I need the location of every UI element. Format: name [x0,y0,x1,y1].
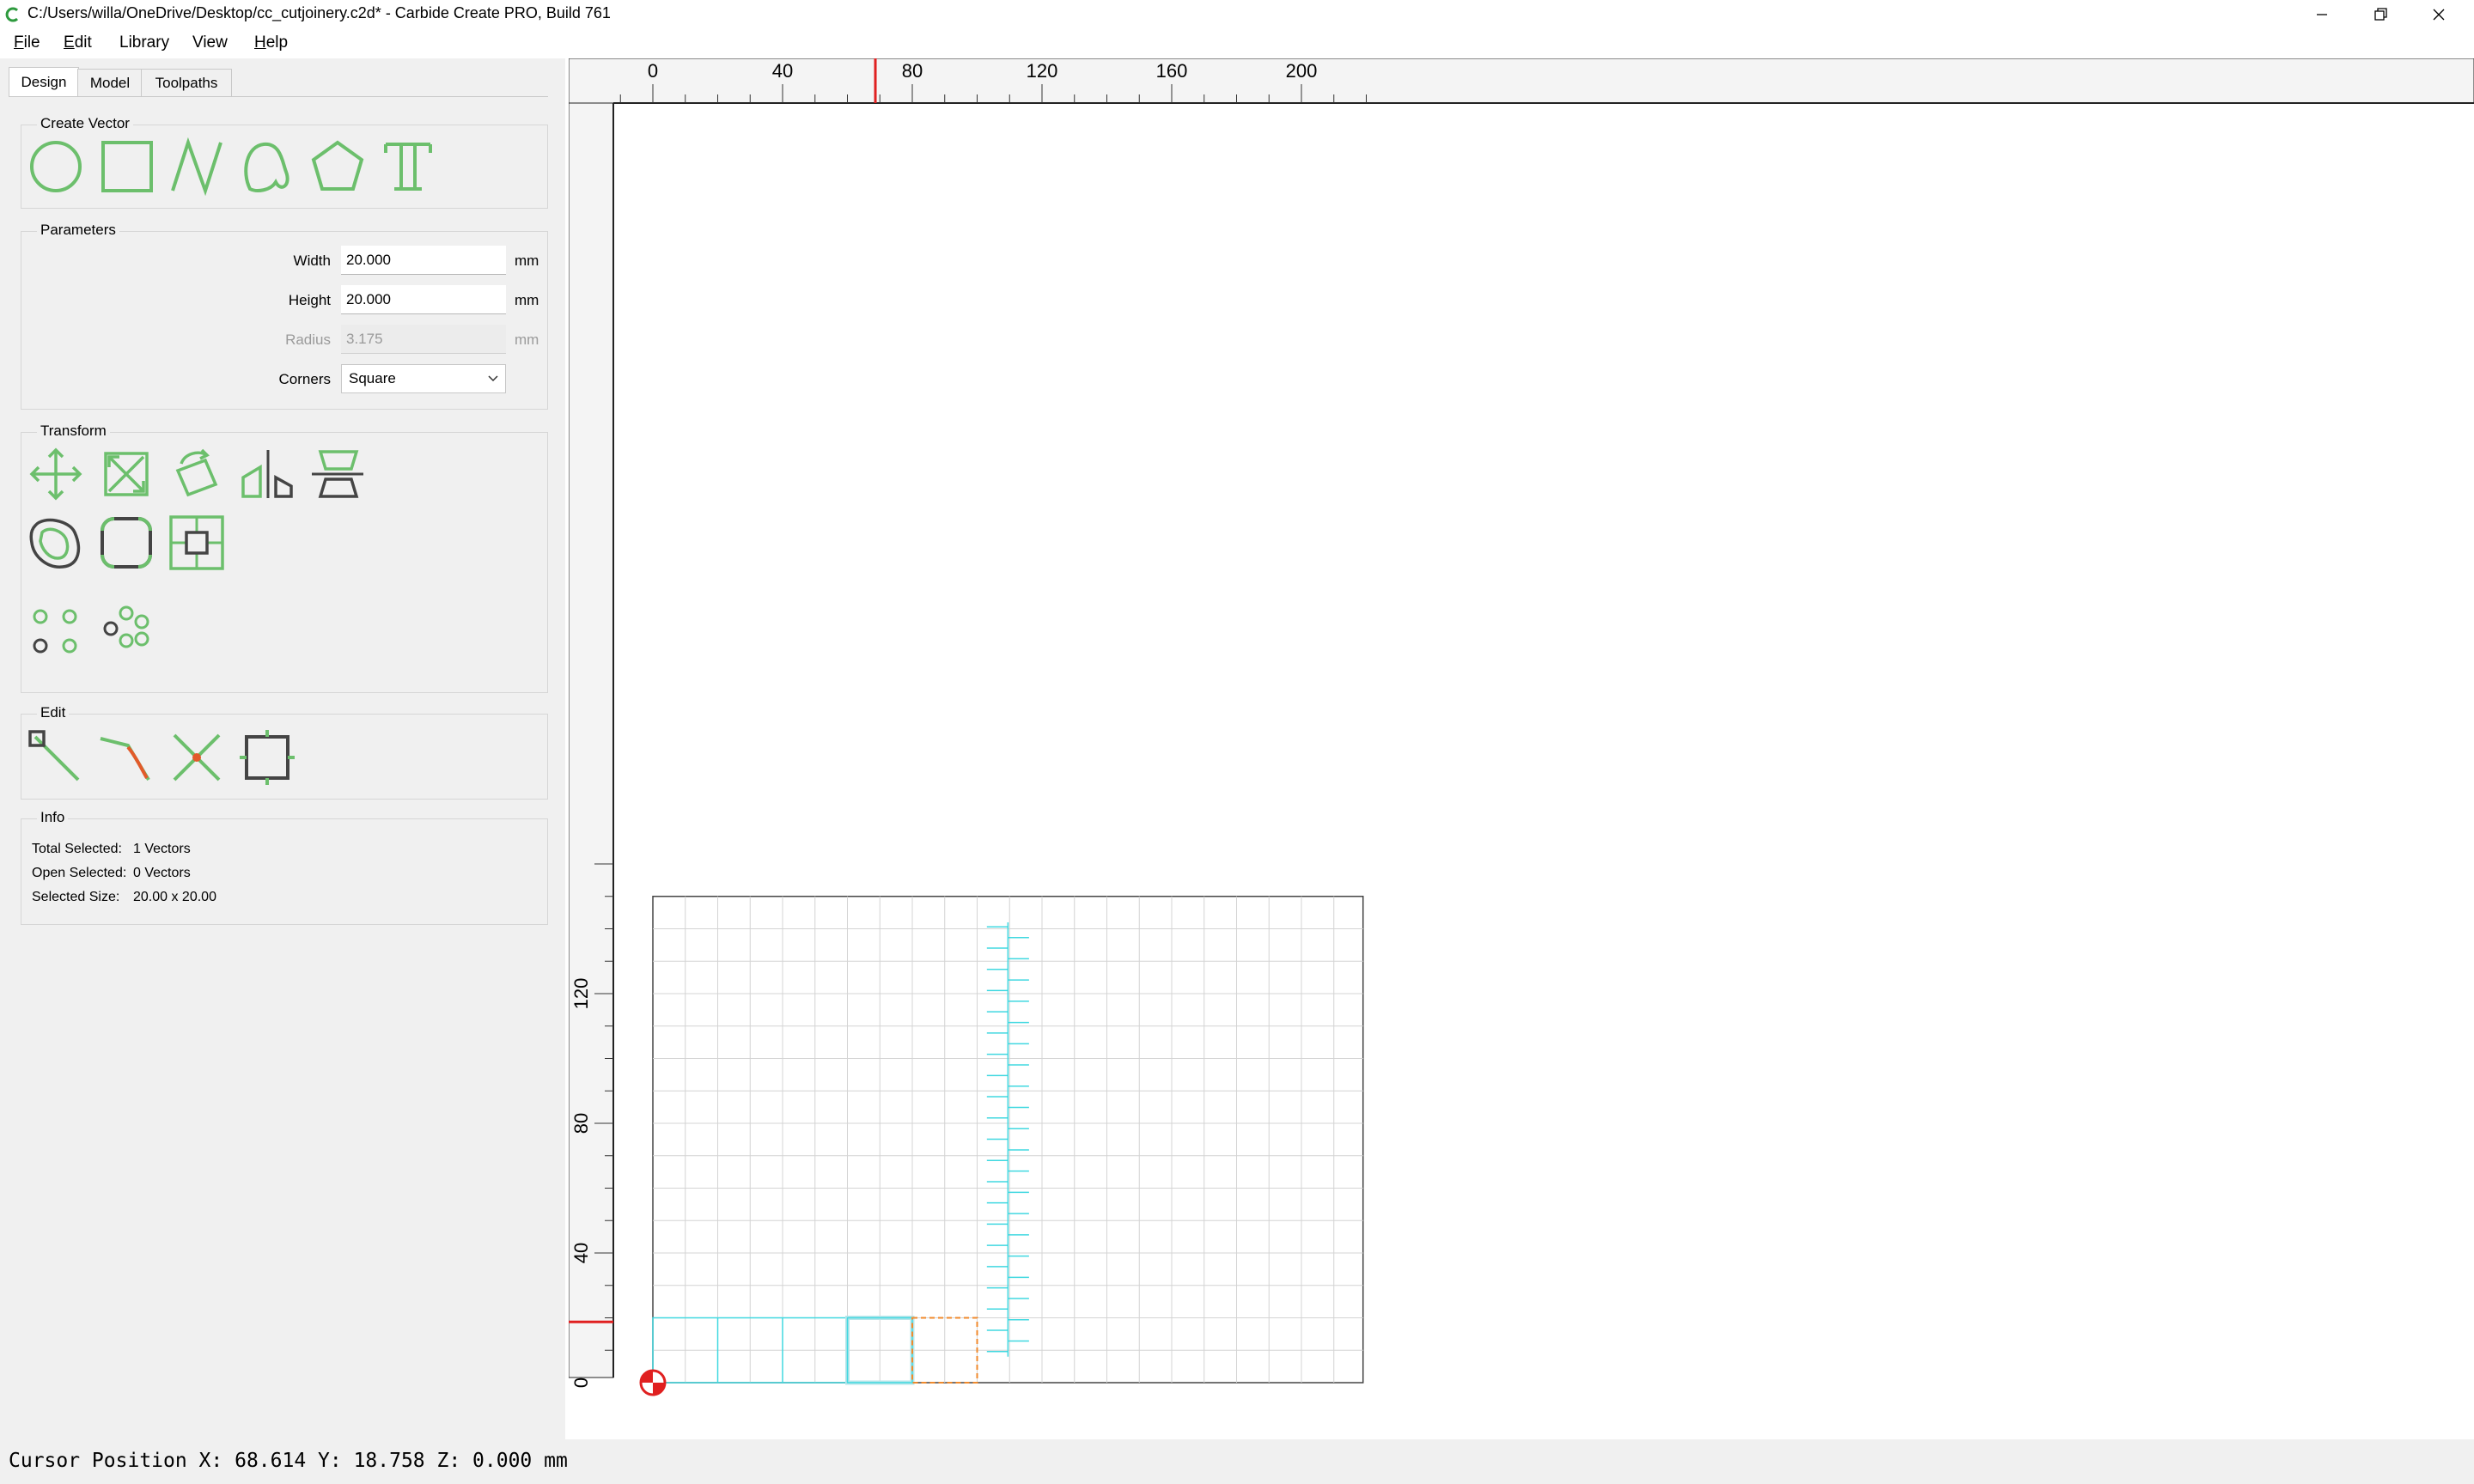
group-title: Create Vector [37,115,133,132]
ruler-x-label: 80 [902,60,923,82]
scale-icon[interactable] [97,445,155,503]
height-label: Height [288,292,331,308]
boolean-icon[interactable] [168,514,226,572]
origin-marker-icon [639,1369,667,1396]
design-tab-pane: Create Vector Parameters Width 20.000 mm… [9,96,548,1437]
radius-label: Radius [285,331,331,348]
design-canvas[interactable]: 0 40 80 120 160 200 0 40 80 120 [568,58,2474,1439]
width-field[interactable] [341,246,506,275]
transform-group: Transform [21,423,548,693]
ruler-y-label: 120 [570,978,592,1010]
ruler-x-label: 0 [648,60,658,82]
ruler-y-label: 0 [570,1378,592,1388]
menu-file[interactable]: File [14,33,40,52]
menu-view[interactable]: View [192,33,228,52]
width-label: Width [293,252,331,269]
group-title: Parameters [37,222,119,239]
ruler-x-label: 160 [1156,60,1188,82]
cursor-position: Cursor Position X: 68.614 Y: 18.758 Z: 0… [9,1450,568,1472]
menu-bar: File Edit Library View Help [0,29,2474,58]
minimize-icon[interactable] [2295,0,2349,29]
bounding-box-icon[interactable] [238,728,296,787]
height-field[interactable] [341,285,506,314]
chevron-down-icon [488,375,498,382]
left-panel: Design Model Toolpaths Create Vector Par… [0,58,565,1439]
menu-help[interactable]: Help [254,33,288,52]
move-icon[interactable] [27,445,85,503]
window-title: C:/Users/willa/OneDrive/Desktop/cc_cutjo… [27,4,611,21]
design-canvas-area[interactable]: 0 40 80 120 160 200 0 40 80 120 [568,58,2474,1439]
offset-icon[interactable] [27,514,85,572]
ruler-y-label: 80 [570,1113,592,1134]
ruler-x-label: 40 [772,60,793,82]
total-selected-label: Total Selected: [32,842,122,856]
radius-field [341,325,506,354]
tab-model[interactable]: Model [77,69,143,97]
restore-icon[interactable] [2354,0,2407,29]
parameters-group: Parameters Width mm Height mm Radius mm … [21,222,548,410]
ruler-y-label: 40 [570,1243,592,1263]
tab-toolpaths[interactable]: Toolpaths [141,69,232,97]
open-selected-label: Open Selected: [32,866,127,880]
selected-size-label: Selected Size: [32,890,120,904]
corners-label: Corners [278,371,331,387]
width-unit: mm [515,252,539,269]
mirror-icon[interactable] [238,445,296,503]
rectangle-icon[interactable] [97,137,155,196]
corners-value: Square [349,370,396,386]
selected-size-value: 20.00 x 20.00 [133,890,216,904]
ruler-x-label: 200 [1286,60,1318,82]
linear-array-icon[interactable] [97,601,155,660]
trim-icon[interactable] [168,728,226,787]
curve-edit-icon[interactable] [97,728,155,787]
ruler-x-label: 120 [1027,60,1058,82]
curve-icon[interactable] [238,137,296,196]
group-title: Info [37,809,69,826]
polygon-icon[interactable] [308,137,367,196]
menu-edit[interactable]: Edit [64,33,92,52]
corners-select[interactable]: Square [341,364,506,393]
align-icon[interactable] [308,445,367,503]
carbide-c-icon [5,7,19,22]
group-title: Transform [37,423,110,440]
radius-unit: mm [515,331,539,348]
info-group: Info Total Selected: 1 Vectors Open Sele… [21,809,548,925]
height-unit: mm [515,292,539,308]
tab-design[interactable]: Design [9,67,79,97]
polyline-icon[interactable] [168,137,226,197]
status-bar: Cursor Position X: 68.614 Y: 18.758 Z: 0… [0,1439,2474,1484]
rotate-icon[interactable] [168,445,226,503]
circular-array-icon[interactable] [27,601,85,660]
title-bar: C:/Users/willa/OneDrive/Desktop/cc_cutjo… [0,0,2474,29]
edit-group: Edit [21,704,548,800]
fillet-icon[interactable] [97,514,155,572]
total-selected-value: 1 Vectors [133,842,191,856]
node-edit-icon[interactable] [27,728,85,787]
open-selected-value: 0 Vectors [133,866,191,880]
menu-library[interactable]: Library [119,33,169,52]
close-icon[interactable] [2412,0,2465,29]
circle-icon[interactable] [27,137,85,196]
text-icon[interactable] [379,137,437,196]
group-title: Edit [37,704,70,721]
create-vector-group: Create Vector [21,115,548,209]
